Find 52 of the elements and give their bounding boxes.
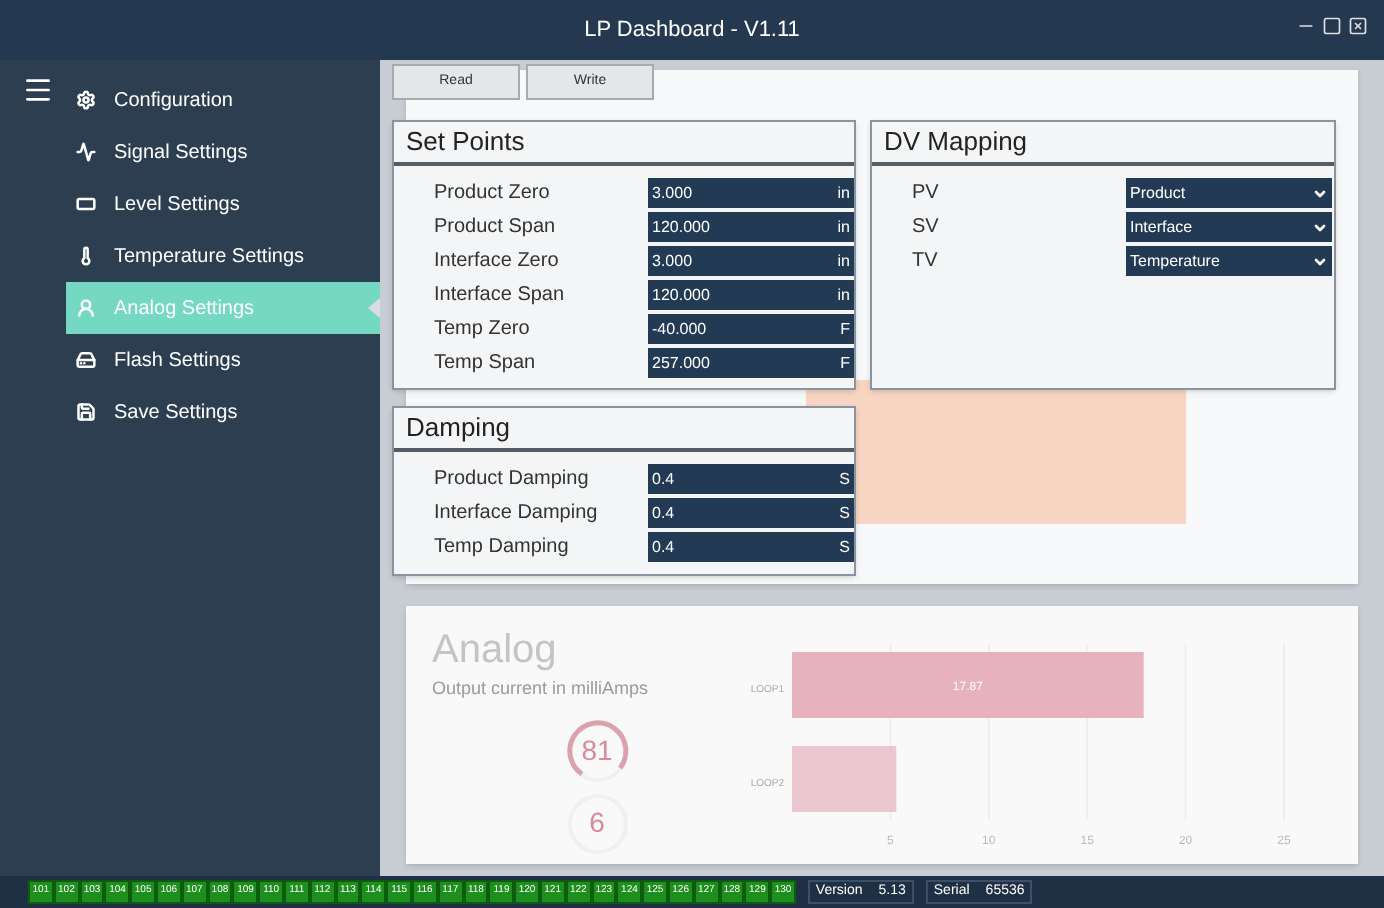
maximize-icon[interactable]	[1322, 16, 1342, 36]
input-field[interactable]: 0.4 S	[648, 464, 854, 494]
save-icon	[76, 402, 96, 422]
rectangle-icon	[76, 194, 96, 214]
sidebar-item[interactable]: Configuration	[66, 74, 380, 126]
dropdown-field[interactable]: Interface	[1126, 212, 1332, 242]
input-field[interactable]: 0.4 S	[648, 498, 854, 528]
gear-icon	[76, 90, 96, 110]
gauge-value: 81	[581, 732, 613, 770]
menu-icon[interactable]	[22, 74, 54, 106]
field-label: Interface Damping	[432, 500, 600, 528]
sidebar-item[interactable]: Temperature Settings	[66, 230, 380, 282]
gauge-ring-icon	[565, 719, 629, 783]
input-field[interactable]: -40.000 F	[648, 314, 854, 344]
field-label: Interface Zero	[432, 248, 561, 276]
field-label: SV	[910, 214, 941, 242]
thermometer-icon	[76, 246, 96, 266]
caret-icon	[1312, 185, 1328, 201]
sidebar-item[interactable]: Level Settings	[66, 178, 380, 230]
input-field[interactable]: 0.4 S	[648, 532, 854, 562]
dropdown-field[interactable]: Temperature	[1126, 246, 1332, 276]
drive-icon	[76, 350, 96, 370]
window-title: LP Dashboard - V1.11	[584, 15, 800, 46]
input-field[interactable]: 120.000 in	[648, 212, 854, 242]
sidebar-item[interactable]: Save Settings	[66, 386, 380, 438]
field-label: Temp Span	[432, 350, 538, 378]
field-label: PV	[910, 180, 941, 208]
dropdown-field[interactable]: Product	[1126, 178, 1332, 208]
field-label: Product Zero	[432, 180, 552, 208]
dialog-title: DV Mapping	[872, 122, 1334, 166]
person-icon	[76, 298, 96, 318]
dialog-title: Damping	[394, 408, 854, 452]
close-icon[interactable]	[1348, 16, 1368, 36]
card-subtitle: Output current in milliAmps	[432, 676, 651, 702]
sidebar-item[interactable]: Signal Settings	[66, 126, 380, 178]
input-field[interactable]: 120.000 in	[648, 280, 854, 310]
field-label: Temp Zero	[432, 316, 532, 344]
input-field[interactable]: 3.000 in	[648, 178, 854, 208]
field-label: Temp Damping	[432, 534, 571, 562]
field-label: Product Damping	[432, 466, 591, 494]
gauge-value: 6	[589, 804, 605, 842]
dialog-title: Set Points	[394, 122, 854, 166]
sidebar-item[interactable]: Flash Settings	[66, 334, 380, 386]
input-field[interactable]: 257.000 F	[648, 348, 854, 378]
pulse-icon	[76, 142, 96, 162]
field-label: Product Span	[432, 214, 558, 242]
caret-icon	[1312, 219, 1328, 235]
field-label: Interface Span	[432, 282, 567, 310]
field-label: TV	[910, 248, 940, 276]
caret-icon	[1312, 253, 1328, 269]
chart-bar	[792, 746, 897, 812]
input-field[interactable]: 3.000 in	[648, 246, 854, 276]
